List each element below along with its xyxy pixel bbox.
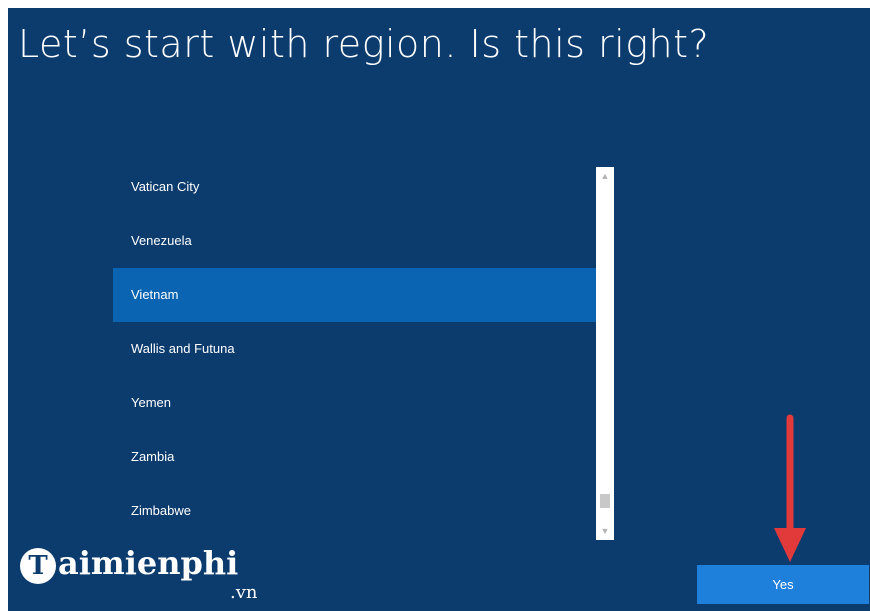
logo-word: aimienphi bbox=[58, 544, 239, 582]
logo-tld: .vn bbox=[230, 582, 258, 603]
red-down-arrow-icon bbox=[774, 414, 806, 562]
chevron-down-icon[interactable]: ▼ bbox=[596, 524, 614, 538]
scrollbar-thumb[interactable] bbox=[600, 493, 610, 508]
list-scrollbar[interactable]: ▲ ▼ bbox=[596, 167, 614, 540]
region-list[interactable]: Vatican City Venezuela Vietnam Wallis an… bbox=[113, 160, 597, 538]
list-item[interactable]: Venezuela bbox=[113, 214, 597, 268]
list-item-selected[interactable]: Vietnam bbox=[113, 268, 597, 322]
oobe-region-screen: Let’s start with region. Is this right? … bbox=[8, 8, 870, 611]
list-item[interactable]: Wallis and Futuna bbox=[113, 322, 597, 376]
chevron-up-icon[interactable]: ▲ bbox=[596, 169, 614, 183]
watermark-logo: T aimienphi .vn bbox=[20, 544, 280, 608]
list-item[interactable]: Zimbabwe bbox=[113, 484, 597, 538]
logo-mark: T bbox=[20, 548, 56, 584]
list-item[interactable]: Vatican City bbox=[113, 160, 597, 214]
page-title: Let’s start with region. Is this right? bbox=[18, 22, 710, 66]
list-item[interactable]: Zambia bbox=[113, 430, 597, 484]
list-item[interactable]: Yemen bbox=[113, 376, 597, 430]
yes-button[interactable]: Yes bbox=[697, 565, 869, 604]
